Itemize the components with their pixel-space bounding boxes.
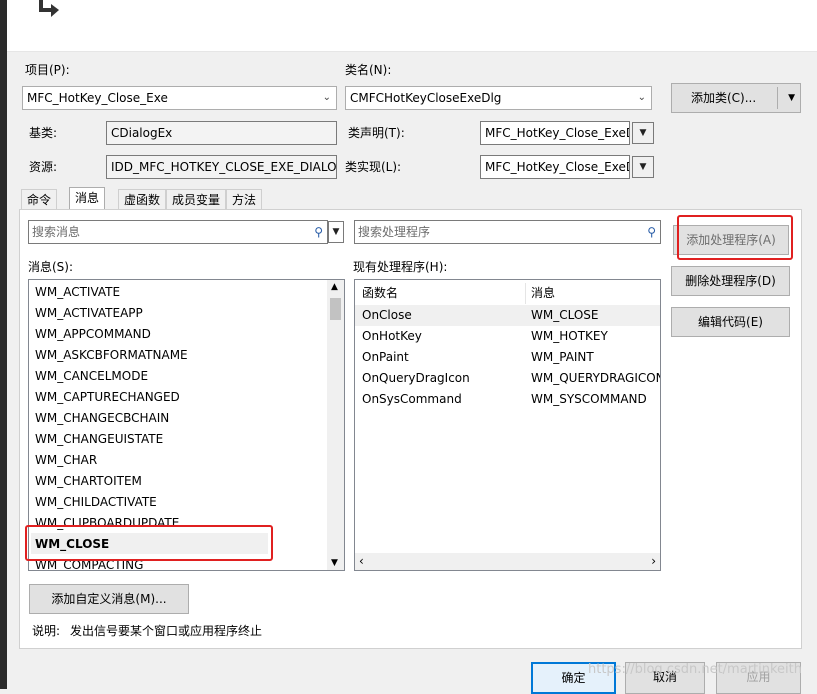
message-list-item[interactable]: WM_CHARTOITEM <box>35 471 142 492</box>
scroll-up-icon[interactable]: ▲ <box>331 282 338 292</box>
handler-function-cell: OnHotKey <box>362 329 422 343</box>
messages-scrollbar[interactable]: ▲ ▼ <box>327 280 344 570</box>
handler-message-cell: WM_SYSCOMMAND <box>531 392 647 406</box>
project-combo[interactable]: MFC_HotKey_Close_Exe ⌄ <box>22 86 337 110</box>
dropdown-arrow-icon[interactable]: ▼ <box>788 84 795 112</box>
handler-row[interactable]: OnQueryDragIcon WM_QUERYDRAGICON <box>355 368 660 389</box>
scroll-right-icon[interactable]: › <box>651 554 656 568</box>
message-list-item[interactable]: WM_ACTIVATEAPP <box>35 303 143 324</box>
scrollbar-thumb[interactable] <box>330 298 341 320</box>
search-handlers-input[interactable]: 搜索处理程序 ⚲ <box>354 220 661 244</box>
search-messages-input[interactable]: 搜索消息 ⚲ <box>28 220 328 244</box>
messages-label: 消息(S): <box>28 260 74 274</box>
handler-row[interactable]: OnPaint WM_PAINT <box>355 347 660 368</box>
message-list-item[interactable]: WM_CANCELMODE <box>35 366 148 387</box>
class-decl-field[interactable]: MFC_HotKey_Close_ExeD <box>480 121 630 145</box>
tab-member-variables[interactable]: 成员变量 <box>166 189 227 211</box>
class-impl-dropdown-icon[interactable]: ▼ <box>632 156 654 178</box>
scroll-left-icon[interactable]: ‹ <box>359 554 364 568</box>
base-class-field: CDialogEx <box>106 121 337 145</box>
resource-label: 资源: <box>29 160 58 174</box>
watermark-text: https://blog.csdn.net/martinkeith <box>588 662 802 677</box>
column-header-function[interactable]: 函数名 <box>362 283 398 304</box>
classname-value: CMFCHotKeyCloseExeDlg <box>350 91 502 105</box>
add-class-label: 添加类(C)... <box>691 91 757 105</box>
chevron-down-icon: ⌄ <box>637 92 646 103</box>
message-list-item[interactable]: WM_CHANGEUISTATE <box>35 429 163 450</box>
message-list-item[interactable]: WM_ACTIVATE <box>35 282 120 303</box>
handler-function-cell: OnSysCommand <box>362 392 462 406</box>
handler-message-cell: WM_HOTKEY <box>531 329 608 343</box>
scroll-down-icon[interactable]: ▼ <box>331 558 338 568</box>
handler-function-cell: OnClose <box>362 308 412 322</box>
message-list-item[interactable]: WM_CHANGECBCHAIN <box>35 408 169 429</box>
tab-messages[interactable]: 消息 <box>69 187 106 211</box>
class-impl-label: 类实现(L): <box>345 160 402 174</box>
description-text: 发出信号要某个窗口或应用程序终止 <box>70 624 263 638</box>
project-value: MFC_HotKey_Close_Exe <box>27 91 168 105</box>
column-header-message[interactable]: 消息 <box>531 283 555 304</box>
column-divider <box>525 283 526 304</box>
message-list-item[interactable]: WM_ASKCBFORMATNAME <box>35 345 188 366</box>
handlers-list[interactable]: 函数名 消息 OnClose WM_CLOSE OnHotKey WM_HOTKEY O… <box>354 279 661 571</box>
add-custom-message-button[interactable]: 添加自定义消息(M)... <box>29 584 189 614</box>
add-class-button[interactable]: 添加类(C)... ▼ <box>671 83 801 113</box>
handler-row[interactable]: OnHotKey WM_HOTKEY <box>355 326 660 347</box>
handlers-h-scrollbar[interactable]: ‹ › <box>355 553 660 570</box>
resource-field: IDD_MFC_HOTKEY_CLOSE_EXE_DIALOG <box>106 155 337 179</box>
edit-code-button[interactable]: 编辑代码(E) <box>671 307 790 337</box>
tab-commands[interactable]: 命令 <box>21 189 58 211</box>
search-messages-placeholder: 搜索消息 <box>32 225 81 239</box>
classname-combo[interactable]: CMFCHotKeyCloseExeDlg ⌄ <box>345 86 652 110</box>
left-edge-strip <box>0 0 7 689</box>
handler-row[interactable]: OnSysCommand WM_SYSCOMMAND <box>355 389 660 410</box>
tab-methods[interactable]: 方法 <box>226 189 263 211</box>
handler-function-cell: OnPaint <box>362 350 409 364</box>
search-handlers-placeholder: 搜索处理程序 <box>358 225 431 239</box>
highlight-box-wm-close <box>25 525 273 561</box>
handler-function-cell: OnQueryDragIcon <box>362 371 470 385</box>
search-icon[interactable]: ⚲ <box>314 221 323 243</box>
base-class-label: 基类: <box>29 126 58 140</box>
handler-message-cell: WM_QUERYDRAGICON <box>531 371 660 385</box>
delete-handler-button[interactable]: 删除处理程序(D) <box>671 266 790 296</box>
existing-handlers-label: 现有处理程序(H): <box>353 260 448 274</box>
class-wizard-icon <box>39 0 59 17</box>
class-decl-dropdown-icon[interactable]: ▼ <box>632 122 654 144</box>
highlight-box-add-handler <box>677 215 793 260</box>
dialog-header-band <box>7 0 817 52</box>
tab-virtual-functions[interactable]: 虚函数 <box>118 189 167 211</box>
message-list-item[interactable]: WM_CHAR <box>35 450 97 471</box>
search-icon[interactable]: ⚲ <box>647 221 656 243</box>
project-label: 项目(P): <box>25 63 70 77</box>
split-divider <box>777 87 778 109</box>
message-list-item[interactable]: WM_CHILDACTIVATE <box>35 492 157 513</box>
handler-row[interactable]: OnClose WM_CLOSE <box>355 305 660 326</box>
message-list-item[interactable]: WM_CAPTURECHANGED <box>35 387 180 408</box>
message-list-item[interactable]: WM_APPCOMMAND <box>35 324 151 345</box>
chevron-down-icon: ⌄ <box>322 92 331 103</box>
search-messages-dropdown-icon[interactable]: ▼ <box>328 221 344 243</box>
class-decl-label: 类声明(T): <box>348 126 405 140</box>
description-label: 说明: <box>32 624 61 638</box>
handler-message-cell: WM_PAINT <box>531 350 594 364</box>
classname-label: 类名(N): <box>345 63 392 77</box>
class-impl-field[interactable]: MFC_HotKey_Close_ExeD <box>480 155 630 179</box>
handler-message-cell: WM_CLOSE <box>531 308 599 322</box>
